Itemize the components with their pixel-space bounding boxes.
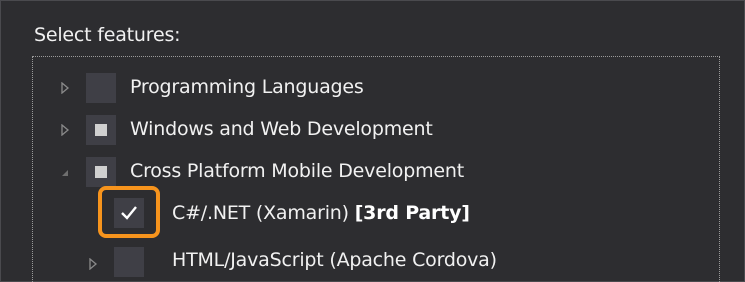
partial-check-indicator (95, 124, 107, 136)
expand-arrow-icon[interactable] (86, 257, 100, 271)
tree-item-label: HTML/JavaScript (Apache Cordova) (172, 249, 497, 271)
tree-item-label-group: C#/.NET (Xamarin) [3rd Party] (172, 202, 470, 224)
partial-check-indicator (95, 166, 107, 178)
tree-item-label: C#/.NET (Xamarin) (172, 202, 349, 224)
collapse-arrow-icon[interactable] (58, 166, 72, 180)
tree-item-label: Cross Platform Mobile Development (130, 160, 464, 182)
highlight-callout (98, 186, 160, 238)
select-features-label: Select features: (34, 24, 181, 46)
tree-item-label: Programming Languages (130, 76, 364, 98)
third-party-tag: [3rd Party] (354, 202, 470, 224)
expand-arrow-icon[interactable] (58, 81, 72, 95)
tree-item-label: Windows and Web Development (130, 118, 433, 140)
checkbox[interactable] (114, 247, 144, 277)
expand-arrow-icon[interactable] (58, 123, 72, 137)
checkbox-partial[interactable] (86, 157, 116, 187)
checkbox[interactable] (86, 73, 116, 103)
checkbox-partial[interactable] (86, 115, 116, 145)
